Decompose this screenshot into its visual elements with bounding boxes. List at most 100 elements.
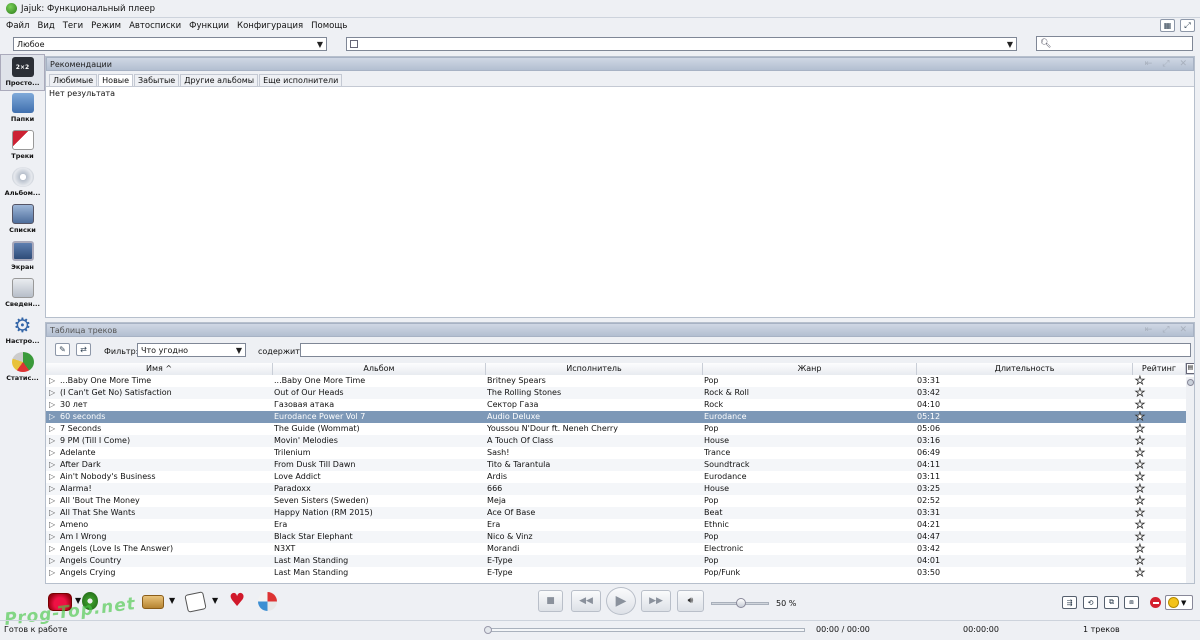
heart-icon[interactable]: ♥ — [229, 590, 245, 611]
menu-functions[interactable]: Функции — [185, 21, 233, 31]
table-row[interactable]: ▷ After Dark From Dusk Till Dawn Tito & Tar… — [46, 458, 1186, 471]
filter-select[interactable]: Что угодно ▼ — [137, 343, 246, 357]
menu-mode[interactable]: Режим — [87, 21, 125, 31]
tab-forgotten[interactable]: Забытые — [134, 74, 180, 86]
sidebar-item-tracks[interactable]: Треки — [0, 128, 45, 165]
play-row-icon[interactable]: ▷ — [49, 497, 55, 505]
table-row[interactable]: ▷ Adelante Trilenium Sash! Trance 06:49 ★ — [46, 446, 1186, 459]
play-row-icon[interactable]: ▷ — [49, 413, 55, 421]
column-genre[interactable]: Жанр — [703, 363, 917, 375]
play-row-icon[interactable]: ▷ — [49, 509, 55, 517]
column-duration[interactable]: Длительность — [917, 363, 1133, 375]
table-row[interactable]: ▷ Angels (Love Is The Answer) N3XT Morandi E… — [46, 542, 1186, 555]
table-row[interactable]: ▷ 7 Seconds The Guide (Wommat) Youssou N'Do… — [46, 422, 1186, 435]
close-icon[interactable]: ✕ — [1179, 325, 1187, 335]
menu-configuration[interactable]: Конфигурация — [233, 21, 307, 31]
vertical-scrollbar[interactable] — [1186, 377, 1194, 583]
play-row-icon[interactable]: ▷ — [49, 485, 55, 493]
sidebar-item-playlists[interactable]: Списки — [0, 202, 45, 239]
play-row-icon[interactable]: ▷ — [49, 557, 55, 565]
column-name[interactable]: Имя ^ — [46, 363, 273, 375]
play-row-icon[interactable]: ▷ — [49, 545, 55, 553]
play-row-icon[interactable]: ▷ — [49, 437, 55, 445]
table-row[interactable]: ▷ Angels Crying Last Man Standing E-Type Pop… — [46, 566, 1186, 579]
best-of-icon[interactable] — [82, 592, 98, 610]
detach-icon[interactable]: ⇤ — [1145, 59, 1153, 69]
column-artist[interactable]: Исполнитель — [486, 363, 703, 375]
seek-bar[interactable] — [484, 626, 805, 634]
menu-help[interactable]: Помощь — [307, 21, 351, 31]
play-row-icon[interactable]: ▷ — [49, 425, 55, 433]
ambience-select[interactable]: Любое ▼ — [13, 37, 327, 51]
play-row-icon[interactable]: ▷ — [49, 389, 55, 397]
mute-button[interactable]: 🔊︎ — [677, 590, 704, 612]
table-row[interactable]: ▷ All 'Bout The Money Seven Sisters (Swede… — [46, 494, 1186, 507]
menu-smart-playlists[interactable]: Автосписки — [125, 21, 185, 31]
sidebar-item-albums[interactable]: Альбом... — [0, 165, 45, 202]
table-row[interactable]: ▷ 30 лет Газовая атака Сектор Газа Rock 04:10… — [46, 398, 1186, 411]
stop-after-icon[interactable] — [1150, 597, 1161, 608]
table-row[interactable]: ▷ Ain't Nobody's Business Love Addict Ardis… — [46, 470, 1186, 483]
menu-view[interactable]: Вид — [33, 21, 58, 31]
column-chooser-button[interactable]: ▤ — [1186, 363, 1194, 374]
history-select[interactable]: ▼ — [346, 37, 1017, 51]
table-row[interactable]: ▷ Alarma! Paradoxx 666 House 03:25 ★ — [46, 482, 1186, 495]
filter-text-input[interactable] — [300, 343, 1191, 357]
next-button[interactable]: ▶▶ — [641, 590, 671, 612]
chevron-down-icon[interactable]: ▼ — [169, 596, 175, 605]
sidebar-item-folders[interactable]: Папки — [0, 91, 45, 128]
previous-button[interactable]: ◀◀ — [571, 590, 601, 612]
dice-icon[interactable] — [184, 591, 207, 613]
play-row-icon[interactable]: ▷ — [49, 473, 55, 481]
play-row-icon[interactable]: ▷ — [49, 521, 55, 529]
perspective-layout-button[interactable]: ▦ — [1160, 19, 1175, 32]
search-input[interactable]: 🔍︎ — [1036, 36, 1193, 51]
play-row-icon[interactable]: ▷ — [49, 401, 55, 409]
rating-star-icon[interactable]: ★ — [1135, 566, 1146, 579]
tab-new[interactable]: Новые — [98, 74, 134, 86]
sidebar-item-info[interactable]: Сведен... — [0, 276, 45, 313]
seek-knob[interactable] — [484, 626, 492, 634]
menu-file[interactable]: Файл — [0, 21, 33, 31]
fullscreen-button[interactable]: ⤢ — [1180, 19, 1195, 32]
chevron-down-icon[interactable]: ▼ — [212, 596, 218, 605]
volume-knob[interactable] — [736, 598, 746, 608]
table-row[interactable]: ▷ Angels Country Last Man Standing E-Type Po… — [46, 554, 1186, 567]
table-row[interactable]: ▷ (I Can't Get No) Satisfaction Out of Our… — [46, 386, 1186, 399]
maximize-icon[interactable]: ⤢ — [1162, 325, 1169, 335]
detach-icon[interactable]: ⇤ — [1145, 325, 1153, 335]
table-row[interactable]: ▷ ...Baby One More Time ...Baby One More T… — [46, 374, 1186, 387]
sidebar-item-display[interactable]: Экран — [0, 239, 45, 276]
table-row[interactable]: ▷ 9 PM (Till I Come) Movin' Melodies A Touc… — [46, 434, 1186, 447]
stop-button[interactable]: ■ — [538, 590, 563, 612]
global-shuffle-icon[interactable] — [48, 593, 72, 611]
scrollbar-thumb[interactable] — [1187, 379, 1194, 386]
maximize-icon[interactable]: ⤢ — [1162, 59, 1169, 69]
preferences-button[interactable]: ⇶ — [1062, 596, 1077, 609]
tab-favorites[interactable]: Любимые — [49, 74, 98, 86]
edit-tags-button[interactable]: ✎ — [55, 343, 70, 356]
table-row[interactable]: ▷ All That She Wants Happy Nation (RM 2015… — [46, 506, 1186, 519]
sidebar-item-stats[interactable]: Статис... — [0, 350, 45, 387]
chevron-down-icon[interactable]: ▼ — [75, 596, 81, 605]
sidebar-item-simple[interactable]: 2×2 Просто... — [0, 54, 45, 91]
play-row-icon[interactable]: ▷ — [49, 377, 55, 385]
repeat-all-button[interactable]: ⧉ — [1104, 596, 1119, 609]
tab-more-artists[interactable]: Еще исполнители — [259, 74, 343, 86]
continue-button[interactable]: ⧈ — [1124, 596, 1139, 609]
play-row-icon[interactable]: ▷ — [49, 449, 55, 457]
sidebar-item-settings[interactable]: ⚙ Настро... — [0, 313, 45, 350]
play-button[interactable]: ▶ — [606, 587, 636, 615]
volume-slider[interactable] — [711, 598, 769, 608]
close-icon[interactable]: ✕ — [1179, 59, 1187, 69]
column-album[interactable]: Альбом — [273, 363, 486, 375]
play-row-icon[interactable]: ▷ — [49, 461, 55, 469]
play-row-icon[interactable]: ▷ — [49, 533, 55, 541]
play-row-icon[interactable]: ▷ — [49, 569, 55, 577]
finish-album-icon[interactable] — [258, 592, 277, 611]
repeat-button[interactable]: ⟲ — [1083, 596, 1098, 609]
ambience-mood-select[interactable]: ▼ — [1165, 595, 1193, 610]
tab-other-albums[interactable]: Другие альбомы — [180, 74, 259, 86]
table-row[interactable]: ▷ Ameno Era Era Ethnic 04:21 ★ — [46, 518, 1186, 531]
table-row[interactable]: ▷ Am I Wrong Black Star Elephant Nico & Vin… — [46, 530, 1186, 543]
